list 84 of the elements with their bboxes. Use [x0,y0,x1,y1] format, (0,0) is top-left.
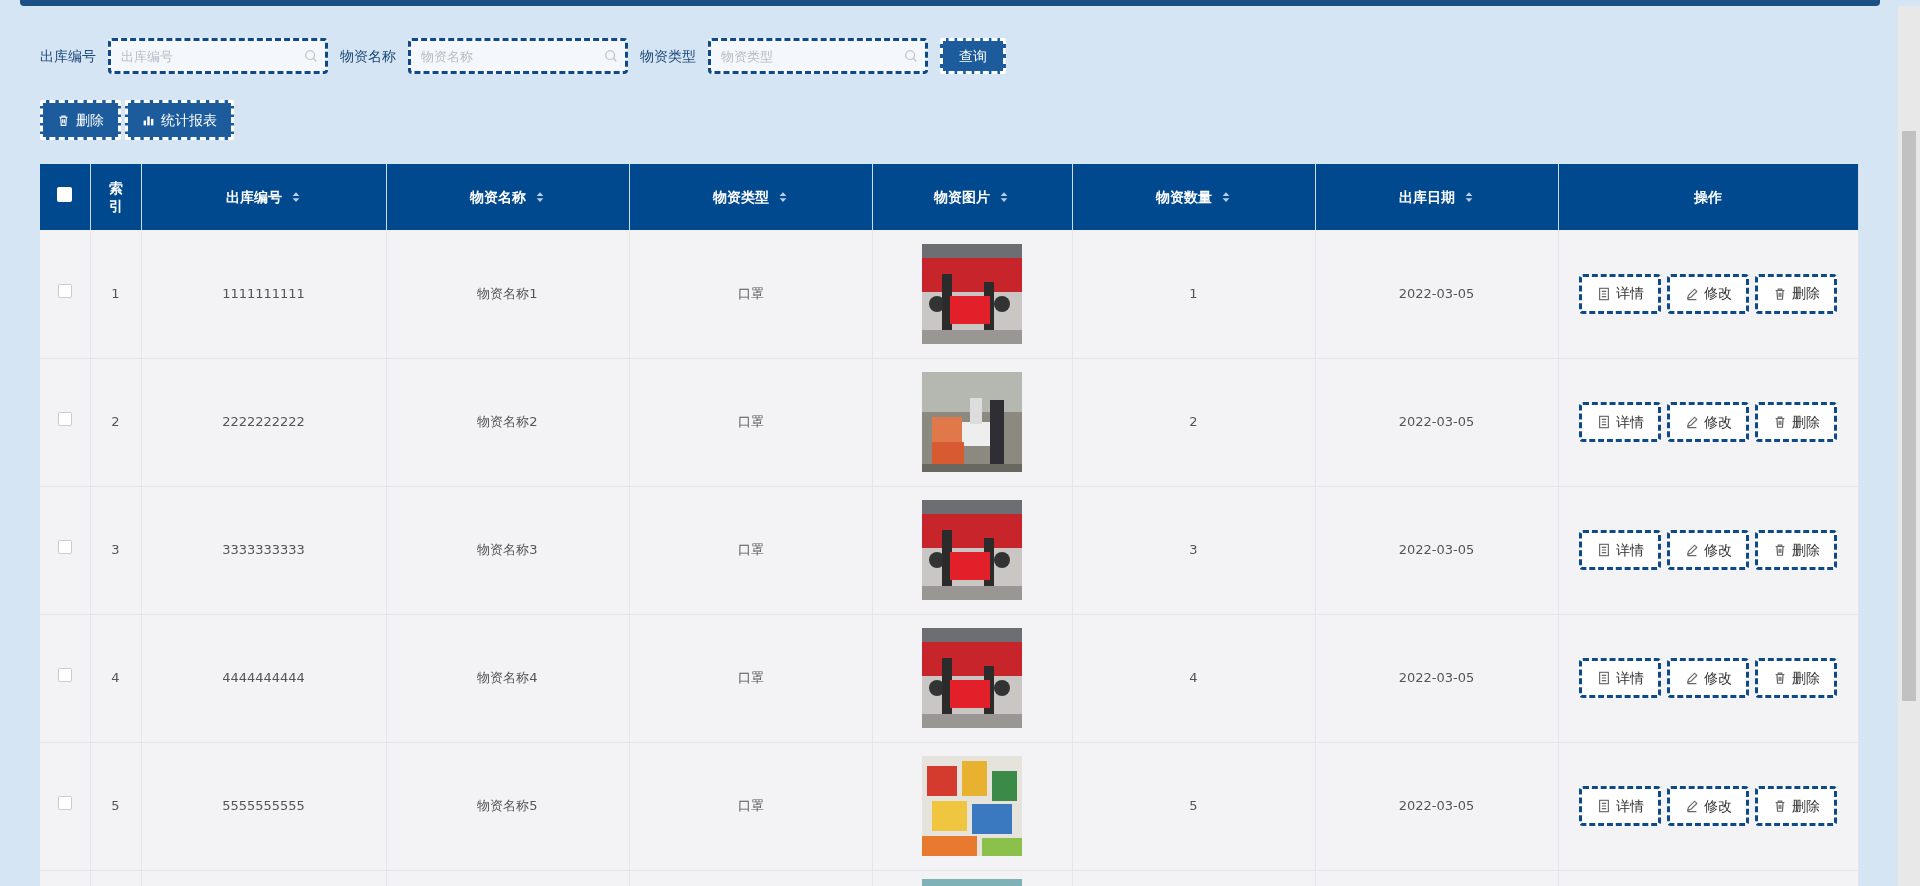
detail-button[interactable]: 详情 [1579,273,1661,314]
document-icon [1596,799,1611,813]
date-cell: 2022-03-05 [1398,798,1475,814]
index-cell: 4 [111,670,120,686]
quantity-cell: 2 [1189,414,1198,430]
delete-button[interactable]: 删除 [1755,402,1837,442]
name-cell: 物资名称1 [477,286,538,301]
column-header: 操作 [1694,187,1722,207]
name-cell: 物资名称4 [477,670,538,686]
quantity-cell: 3 [1189,542,1198,558]
code-cell: 1111111111 [222,286,305,301]
name-cell: 物资名称5 [477,798,538,814]
document-icon [1596,543,1611,557]
column-header[interactable]: 物资图片 [934,187,990,207]
pencil-icon [1684,415,1699,429]
trash-icon [57,113,70,127]
detail-button[interactable]: 详情 [1579,402,1661,442]
document-icon [1596,671,1611,685]
type-cell: 口罩 [737,414,764,430]
type-cell: 口罩 [737,798,764,814]
edit-button[interactable]: 修改 [1667,658,1749,698]
detail-button[interactable]: 详情 [1579,658,1661,698]
search-field[interactable]: 出库编号 [108,38,328,74]
column-header: 索引 [108,178,123,216]
pencil-icon [1684,671,1699,685]
select-all-checkbox[interactable] [57,187,73,203]
date-cell: 2022-03-05 [1398,670,1475,686]
code-cell: 2222222222 [222,414,305,430]
code-cell: 4444444444 [222,670,305,686]
search-icon [904,49,918,63]
index-cell: 2 [111,414,120,430]
edit-button[interactable]: 修改 [1667,786,1749,826]
row-checkbox[interactable] [57,540,72,555]
edit-button[interactable]: 修改 [1667,530,1749,570]
date-cell: 2022-03-05 [1398,286,1475,301]
date-cell: 2022-03-05 [1398,414,1475,430]
row-checkbox[interactable] [57,412,72,427]
edit-button[interactable]: 修改 [1667,273,1749,314]
pencil-icon [1684,799,1699,813]
quantity-cell: 1 [1189,286,1198,301]
pencil-icon [1684,286,1699,301]
index-cell: 5 [111,798,120,814]
search-icon [304,49,318,63]
name-cell: 物资名称2 [477,414,538,430]
search-field[interactable]: 物资类型 [708,38,928,74]
code-cell: 3333333333 [222,542,305,558]
column-header[interactable]: 物资类型 [712,187,769,207]
column-header[interactable]: 物资名称 [469,187,526,207]
row-checkbox[interactable] [57,668,72,683]
type-cell: 口罩 [737,286,764,301]
column-header[interactable]: 出库日期 [1398,187,1455,207]
delete-button[interactable]: 删除 [1755,786,1837,826]
row-checkbox[interactable] [57,284,72,298]
date-cell: 2022-03-05 [1398,542,1475,558]
search-field[interactable]: 物资名称 [408,38,628,74]
search-button[interactable]: 查询 [940,38,1006,74]
delete-button[interactable]: 删除 [1755,530,1837,570]
scrollbar[interactable] [1898,6,1920,886]
name-cell: 物资名称3 [477,542,538,558]
document-icon [1596,286,1611,301]
delete-button[interactable]: 删除 [1755,658,1837,698]
type-cell: 口罩 [737,542,764,558]
report-button[interactable]: 统计报表 [125,100,234,140]
edit-button[interactable]: 修改 [1667,402,1749,442]
row-checkbox[interactable] [57,796,72,811]
index-cell: 1 [111,286,120,301]
search-icon [604,49,618,63]
field-label: 物资名称 [340,46,396,66]
pencil-icon [1684,543,1699,557]
detail-button[interactable]: 详情 [1579,786,1661,826]
column-header[interactable]: 出库编号 [225,187,282,207]
quantity-cell: 4 [1189,670,1198,686]
quantity-cell: 5 [1189,798,1198,814]
column-header[interactable]: 物资数量 [1155,187,1212,207]
field-label: 出库编号 [40,46,96,66]
code-cell: 5555555555 [222,798,305,814]
delete-button[interactable]: 删除 [1755,273,1837,314]
delete-button[interactable]: 删除 [40,100,121,140]
type-cell: 口罩 [737,670,764,686]
document-icon [1596,415,1611,429]
bar-chart-icon [142,113,155,127]
field-label: 物资类型 [640,46,696,66]
detail-button[interactable]: 详情 [1579,530,1661,570]
index-cell: 3 [111,542,120,558]
